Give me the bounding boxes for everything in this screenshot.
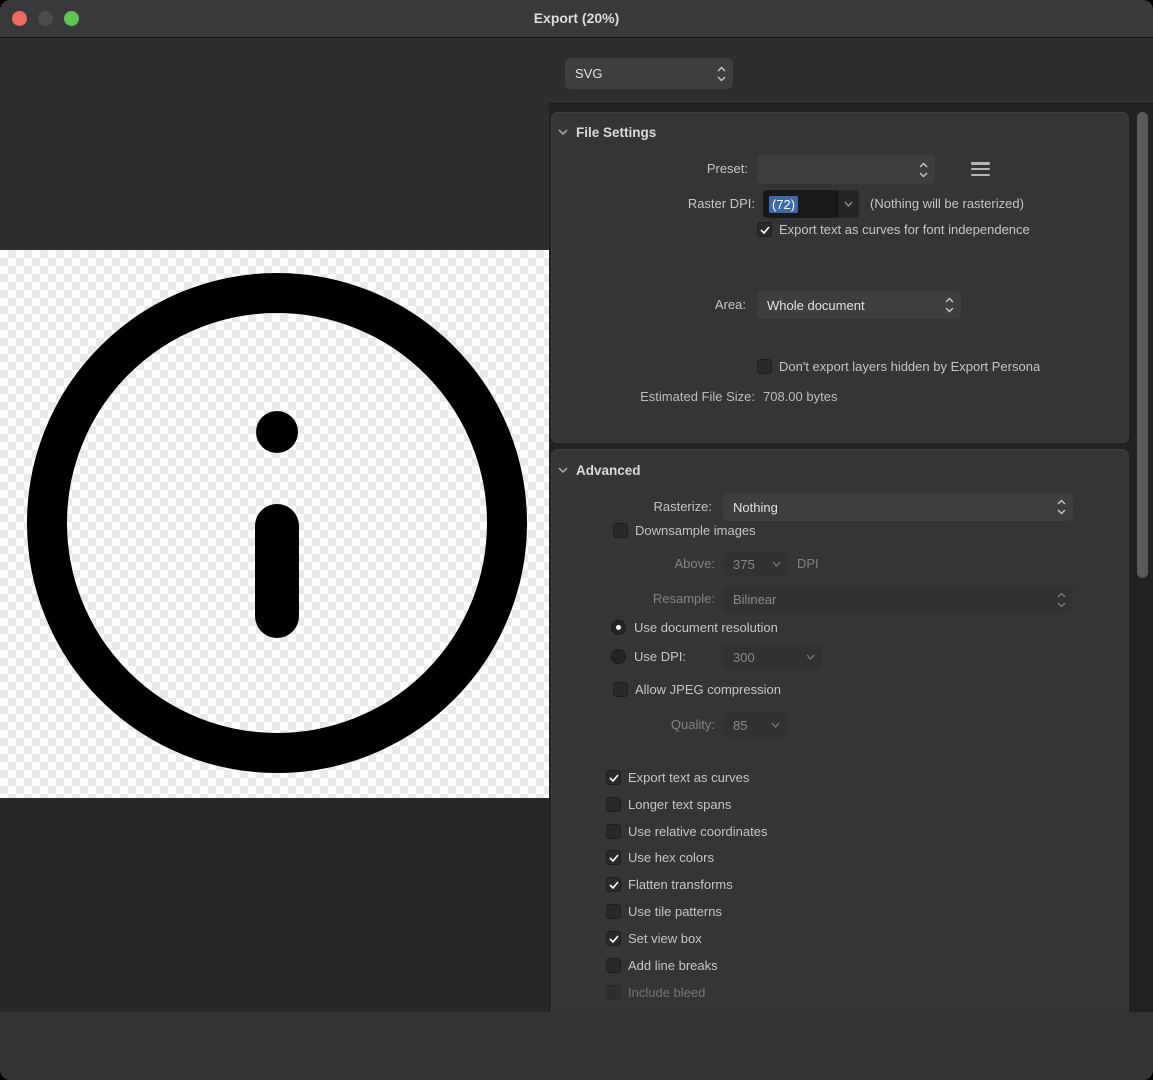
above-dpi-value: 375 [733, 557, 755, 572]
allow-jpeg-compression-label: Allow JPEG compression [635, 681, 781, 699]
info-icon [0, 250, 549, 798]
close-window-button[interactable] [12, 11, 27, 26]
scrollbar-thumb[interactable] [1137, 112, 1148, 578]
resample-select-value: Bilinear [733, 592, 776, 607]
file-settings-title: File Settings [576, 125, 656, 140]
format-select[interactable]: SVG [565, 58, 733, 89]
rasterize-select[interactable]: Nothing [723, 493, 1073, 521]
chevron-down-icon [844, 201, 853, 207]
use-relative-coordinates-checkbox[interactable] [606, 824, 621, 839]
use-relative-coordinates-label: Use relative coordinates [628, 823, 767, 841]
dialog-footer: Cancel Export [0, 1012, 1153, 1080]
export-dialog: Export (20%) SVG File Settings Preset: [0, 0, 1153, 1080]
export-text-curves-font-label: Export text as curves for font independe… [779, 221, 1030, 239]
raster-dpi-value: (72) [769, 196, 798, 213]
check-icon [609, 854, 619, 862]
flatten-transforms-label: Flatten transforms [628, 876, 733, 894]
preview-background-top [0, 38, 549, 250]
quality-select: 85 [723, 712, 787, 738]
set-view-box-checkbox[interactable] [606, 931, 621, 946]
export-text-as-curves-label: Export text as curves [628, 769, 749, 787]
flatten-transforms-checkbox[interactable] [606, 877, 621, 892]
use-tile-patterns-label: Use tile patterns [628, 903, 722, 921]
longer-text-spans-checkbox[interactable] [606, 797, 621, 812]
minimize-window-button[interactable] [38, 11, 53, 26]
use-hex-colors-checkbox[interactable] [606, 850, 621, 865]
preset-label: Preset: [598, 160, 748, 178]
use-document-resolution-radio[interactable] [611, 620, 626, 635]
preset-select[interactable] [757, 155, 935, 184]
allow-jpeg-compression-checkbox[interactable] [613, 682, 628, 697]
chevron-down-icon [806, 654, 815, 660]
use-dpi-select: 300 [723, 644, 822, 670]
resample-label: Resample: [565, 590, 715, 608]
use-dpi-label: Use DPI: [634, 648, 686, 666]
chevron-updown-icon [919, 162, 928, 178]
chevron-updown-icon [1057, 592, 1066, 608]
raster-dpi-note: (Nothing will be rasterized) [870, 195, 1024, 213]
chevron-down-icon [772, 561, 781, 567]
chevron-updown-icon [717, 66, 726, 82]
preview-background-bottom [0, 798, 549, 1012]
dont-export-hidden-checkbox[interactable] [757, 359, 772, 374]
use-document-resolution-label: Use document resolution [634, 619, 778, 637]
title-bar: Export (20%) [0, 0, 1153, 38]
raster-dpi-input[interactable]: (72) [763, 190, 859, 218]
above-dpi-select: 375 [723, 551, 788, 577]
chevron-updown-icon [1057, 499, 1066, 515]
zoom-window-button[interactable] [64, 11, 79, 26]
area-label: Area: [596, 296, 746, 314]
set-view-box-label: Set view box [628, 930, 702, 948]
window-title: Export (20%) [0, 0, 1153, 37]
check-icon [609, 774, 619, 782]
dont-export-hidden-label: Don't export layers hidden by Export Per… [779, 358, 1040, 376]
quality-label: Quality: [565, 716, 715, 734]
check-icon [609, 881, 619, 889]
raster-dpi-label: Raster DPI: [605, 195, 755, 213]
use-tile-patterns-checkbox[interactable] [606, 904, 621, 919]
add-line-breaks-checkbox[interactable] [606, 958, 621, 973]
use-dpi-radio[interactable] [611, 649, 626, 664]
preset-menu-button[interactable] [971, 162, 990, 176]
include-bleed-checkbox [606, 985, 621, 1000]
format-select-value: SVG [575, 66, 602, 81]
area-select-value: Whole document [767, 298, 865, 313]
export-preview [0, 250, 549, 798]
downsample-images-checkbox[interactable] [613, 523, 628, 538]
disclosure-chevron-icon [558, 129, 568, 135]
check-icon [609, 935, 619, 943]
use-hex-colors-label: Use hex colors [628, 849, 714, 867]
chevron-down-icon [771, 722, 780, 728]
area-select[interactable]: Whole document [757, 291, 961, 319]
export-text-curves-font-checkbox[interactable] [757, 222, 772, 237]
rasterize-select-value: Nothing [733, 500, 778, 515]
use-dpi-value: 300 [733, 650, 755, 665]
quality-value: 85 [733, 718, 747, 733]
include-bleed-label: Include bleed [628, 984, 705, 1002]
above-label: Above: [565, 555, 715, 573]
longer-text-spans-label: Longer text spans [628, 796, 731, 814]
advanced-title: Advanced [576, 463, 641, 478]
file-settings-header[interactable]: File Settings [558, 123, 656, 141]
estimated-size-value: 708.00 bytes [763, 388, 837, 406]
disclosure-chevron-icon [558, 467, 568, 473]
rasterize-label: Rasterize: [562, 498, 712, 516]
add-line-breaks-label: Add line breaks [628, 957, 718, 975]
export-text-as-curves-checkbox[interactable] [606, 770, 621, 785]
estimated-size-label: Estimated File Size: [605, 388, 755, 406]
advanced-header[interactable]: Advanced [558, 461, 641, 479]
downsample-images-label: Downsample images [635, 522, 756, 540]
chevron-updown-icon [945, 297, 954, 313]
resample-select: Bilinear [723, 586, 1073, 613]
check-icon [760, 226, 770, 234]
raster-dpi-dropdown-button[interactable] [837, 190, 859, 218]
above-dpi-suffix: DPI [797, 555, 819, 573]
